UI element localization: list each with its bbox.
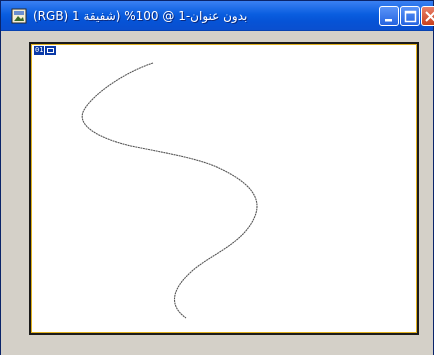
title-bar[interactable]: (RGB) بدون عنوان-1 @ 100% (شفيقة 1 (1, 1, 434, 31)
app-icon[interactable] (11, 8, 27, 24)
document-canvas[interactable]: 01 (29, 42, 419, 335)
minimize-icon (385, 19, 392, 22)
document-window: (RGB) بدون عنوان-1 @ 100% (شفيقة 1 01 (0, 0, 434, 355)
curved-path-icon[interactable] (31, 44, 417, 333)
close-button[interactable] (421, 6, 434, 26)
close-icon (425, 11, 434, 22)
maximize-button[interactable] (400, 6, 420, 26)
maximize-icon (404, 10, 417, 23)
window-title: (RGB) بدون عنوان-1 @ 100% (شفيقة 1 (33, 9, 248, 23)
window-bottom-edge (1, 350, 433, 355)
minimize-button[interactable] (379, 6, 399, 26)
